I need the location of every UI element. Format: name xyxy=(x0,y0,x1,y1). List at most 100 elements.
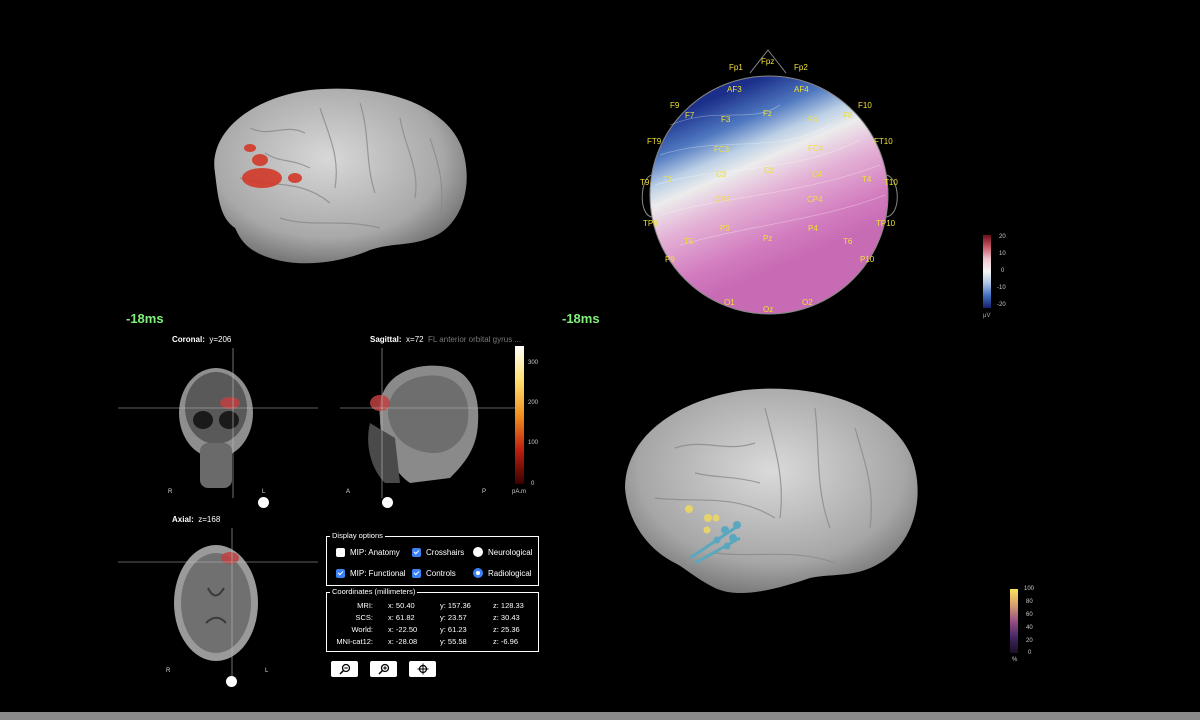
topo-unit: μV xyxy=(983,313,991,319)
coord-scs-y: y: 23.57 xyxy=(440,613,467,622)
coord-mni-y: y: 55.58 xyxy=(440,637,467,646)
sagittal-slice-slider[interactable] xyxy=(382,497,393,508)
coronal-orient-left: R xyxy=(168,489,173,495)
electrode-af3: AF3 xyxy=(727,85,742,94)
coord-mni-label: MNI-cat12: xyxy=(336,637,373,646)
topo-tick-neg10: -10 xyxy=(997,285,1006,291)
electrode-f10: F10 xyxy=(858,101,872,110)
electrode-p10: P10 xyxy=(860,255,875,264)
mip-functional-box[interactable] xyxy=(336,569,345,578)
topomap-colorbar xyxy=(983,235,991,308)
sagittal-view[interactable] xyxy=(340,348,515,498)
coronal-title-label: Coronal: xyxy=(172,335,205,344)
radiological-label: Radiological xyxy=(488,568,532,578)
electrode-o1: O1 xyxy=(724,298,735,307)
source-tick-300: 300 xyxy=(528,360,539,366)
bottom-scrollbar[interactable] xyxy=(0,712,1200,720)
radiological-radio-dot[interactable] xyxy=(473,568,483,578)
axial-value: z=168 xyxy=(198,515,221,524)
mip-functional-checkbox[interactable]: MIP: Functional xyxy=(336,569,406,578)
display-options-legend: Display options xyxy=(330,531,385,540)
axial-view[interactable] xyxy=(118,528,318,678)
electrode-ft10: FT10 xyxy=(874,137,893,146)
coord-scs-x: x: 61.82 xyxy=(388,613,415,622)
mip-anatomy-checkbox[interactable]: MIP: Anatomy xyxy=(336,548,400,557)
radiological-radio[interactable]: Radiological xyxy=(473,568,532,578)
electrode-af4: AF4 xyxy=(794,85,809,94)
source-tick-200: 200 xyxy=(528,400,539,406)
coordinates-legend: Coordinates (millimeters) xyxy=(330,587,418,596)
axial-slice-slider[interactable] xyxy=(226,676,237,687)
coronal-title: Coronal: y=206 xyxy=(172,335,231,344)
coord-mni-x: x: -28.08 xyxy=(388,637,418,646)
electrode-t4: T4 xyxy=(862,175,872,184)
sagittal-orient-left: A xyxy=(346,489,351,495)
coord-world-y: y: 61.23 xyxy=(440,625,467,634)
electrode-cz: Cz xyxy=(764,166,774,175)
topo-tick-20: 20 xyxy=(999,234,1006,240)
surface-colorbar xyxy=(1010,589,1018,653)
cortex-surface-activation[interactable] xyxy=(190,78,480,273)
coord-mri-y: y: 157.36 xyxy=(440,601,471,610)
zoom-in-icon xyxy=(377,663,389,675)
crosshair-icon xyxy=(417,663,428,675)
surface-tick-100: 100 xyxy=(1024,586,1035,592)
controls-box[interactable] xyxy=(412,569,421,578)
crosshair-button[interactable] xyxy=(409,661,436,677)
electrode-t9: T9 xyxy=(640,178,650,187)
controls-checkbox[interactable]: Controls xyxy=(412,569,456,578)
coord-mri-x: x: 50.40 xyxy=(388,601,415,610)
coord-mri-label: MRI: xyxy=(357,601,373,610)
eeg-topomap[interactable]: Fp1 Fpz Fp2 AF3 AF4 F9 F7 F3 Fz F4 F8 F1… xyxy=(630,45,910,320)
coronal-view[interactable] xyxy=(118,348,318,498)
time-label-right: -18ms xyxy=(562,311,600,326)
electrode-pz: Pz xyxy=(763,234,772,243)
topo-tick-10: 10 xyxy=(999,251,1006,257)
sagittal-orient-right: P xyxy=(482,489,487,495)
neurological-radio[interactable]: Neurological xyxy=(473,547,532,557)
mip-anatomy-box[interactable] xyxy=(336,548,345,557)
electrode-tp10: TP10 xyxy=(876,219,896,228)
electrode-f7: F7 xyxy=(685,111,695,120)
electrode-c4: C4 xyxy=(812,170,823,179)
electrode-t3: T3 xyxy=(663,175,673,184)
coord-scs-label: SCS: xyxy=(355,613,373,622)
crosshairs-box[interactable] xyxy=(412,548,421,557)
surface-tick-20: 20 xyxy=(1026,638,1033,644)
zoom-out-icon xyxy=(338,663,350,675)
electrode-t5: T5 xyxy=(684,237,694,246)
coronal-orient-right: L xyxy=(262,489,266,495)
sagittal-title: Sagittal: x=72 FL anterior orbital gyrus… xyxy=(370,335,521,344)
electrode-fpz: Fpz xyxy=(761,57,774,66)
sagittal-region: FL anterior orbital gyrus ... xyxy=(428,335,522,344)
crosshairs-checkbox[interactable]: Crosshairs xyxy=(412,548,464,557)
electrode-o2: O2 xyxy=(802,298,813,307)
coord-mni-z: z: -6.96 xyxy=(493,637,519,646)
surface-tick-80: 80 xyxy=(1026,599,1033,605)
electrode-t10: T10 xyxy=(884,178,898,187)
coordinates-panel: Coordinates (millimeters) MRI: x: 50.40 … xyxy=(326,587,539,652)
axial-title-label: Axial: xyxy=(172,515,194,524)
electrode-t6: T6 xyxy=(843,237,853,246)
coord-world-label: World: xyxy=(351,625,373,634)
crosshairs-label: Crosshairs xyxy=(426,548,465,557)
neurological-label: Neurological xyxy=(488,547,533,557)
electrode-p3: P3 xyxy=(720,224,730,233)
electrode-f3: F3 xyxy=(721,115,731,124)
cortex-surface-electrodes[interactable] xyxy=(615,378,935,608)
neurological-radio-dot[interactable] xyxy=(473,547,483,557)
source-unit: pA.m xyxy=(512,489,527,495)
topo-tick-0: 0 xyxy=(1001,268,1005,274)
electrode-fp2: Fp2 xyxy=(794,63,808,72)
source-colorbar xyxy=(515,346,524,484)
electrode-p4: P4 xyxy=(808,224,818,233)
electrode-fp1: Fp1 xyxy=(729,63,743,72)
zoom-out-button[interactable] xyxy=(331,661,358,677)
coronal-slice-slider[interactable] xyxy=(258,497,269,508)
electrode-ft9: FT9 xyxy=(647,137,662,146)
source-tick-100: 100 xyxy=(528,440,539,446)
electrode-fc3: FC3 xyxy=(714,145,730,154)
electrode-c3: C3 xyxy=(716,170,727,179)
coord-world-z: z: 25.36 xyxy=(493,625,520,634)
zoom-in-button[interactable] xyxy=(370,661,397,677)
